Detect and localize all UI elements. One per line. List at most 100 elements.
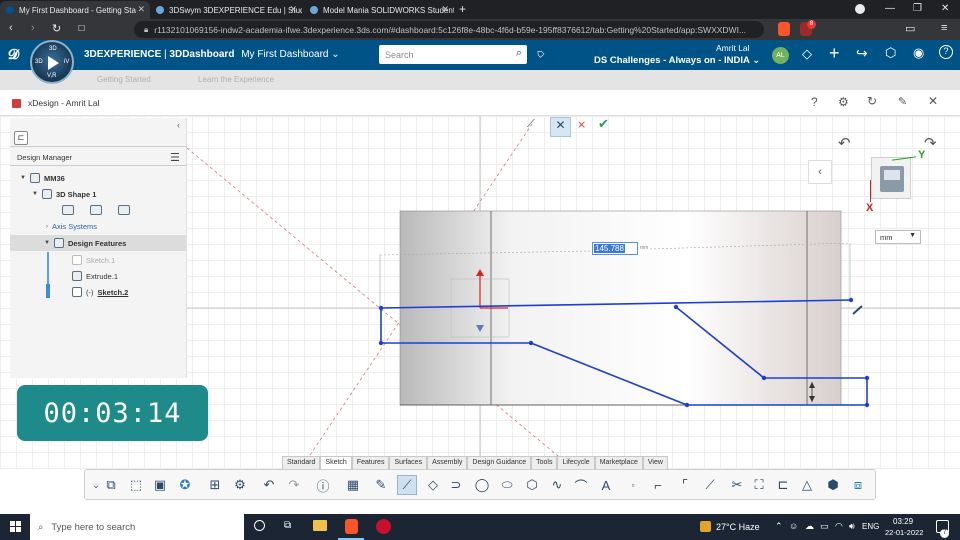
browser-tab-3dswym[interactable]: 3DSwym 3DEXPERIENCE Edu | Studen ✕: [150, 1, 302, 19]
tree-item-extrude1[interactable]: Extrude.1: [72, 271, 118, 281]
trim-icon[interactable]: ⌐: [648, 475, 668, 495]
browser-tab-model-mania[interactable]: Model Mania SOLIDWORKS Student C ✕: [304, 1, 454, 19]
line-icon[interactable]: ⟋: [397, 475, 417, 495]
clock-time[interactable]: 03:29: [893, 517, 913, 526]
new-tab-button[interactable]: +: [459, 2, 466, 16]
share-icon[interactable]: ◇: [802, 46, 812, 62]
wifi-icon[interactable]: ◠: [835, 521, 843, 532]
brave-shield-icon[interactable]: [778, 22, 790, 36]
chevron-right-icon[interactable]: ›: [46, 224, 48, 230]
front-plane-icon[interactable]: [62, 205, 74, 215]
task-view-icon[interactable]: ⧉: [284, 520, 291, 531]
close-window-icon[interactable]: ✕: [941, 3, 949, 14]
tab-lifecycle[interactable]: Lifecycle: [557, 456, 595, 469]
grid-icon[interactable]: ▦: [343, 475, 363, 495]
rotate-left-icon[interactable]: ↶: [838, 134, 851, 152]
properties-icon[interactable]: ⊞: [205, 475, 225, 495]
insert-icon[interactable]: ⬚: [126, 475, 146, 495]
tree-item-sketch1[interactable]: Sketch.1: [72, 255, 115, 265]
tab-tools[interactable]: Tools: [531, 456, 558, 469]
tree-item-sketch2[interactable]: (-) Sketch.2: [72, 287, 128, 297]
triangle-down-icon[interactable]: ▼: [44, 240, 50, 246]
rotate-right-icon[interactable]: ↷: [924, 134, 937, 152]
volume-icon[interactable]: 🔊︎: [849, 521, 855, 532]
triangle-down-icon[interactable]: ▼: [32, 191, 38, 197]
file-explorer-icon[interactable]: [313, 520, 327, 531]
search-input[interactable]: Search ⌕: [379, 45, 527, 64]
wallet-icon[interactable]: ▭: [905, 22, 915, 35]
apps-icon[interactable]: ⬡: [885, 45, 896, 61]
redo-icon[interactable]: ↷: [284, 475, 304, 495]
minimize-icon[interactable]: —: [885, 3, 895, 14]
offset-icon[interactable]: ⊏: [773, 475, 793, 495]
close-tab-icon[interactable]: ✕: [289, 4, 297, 15]
hamburger-icon[interactable]: ☰: [170, 151, 180, 164]
add-icon[interactable]: +: [829, 43, 840, 64]
arc-icon[interactable]: ⊃: [446, 475, 466, 495]
sync-icon[interactable]: ✪: [175, 475, 195, 495]
fillet-icon[interactable]: ⌜: [675, 475, 695, 495]
unit-select[interactable]: mm ▼: [875, 230, 921, 244]
help-icon[interactable]: ⓘ: [313, 475, 333, 495]
tab-learn-experience[interactable]: Learn the Experience: [198, 75, 274, 84]
menu-icon[interactable]: ≡: [941, 22, 947, 34]
rectangle-icon[interactable]: ◇: [423, 475, 443, 495]
cancel-sketch-icon[interactable]: ⨯: [577, 118, 586, 131]
spline-icon[interactable]: ∿: [547, 475, 567, 495]
tab-marketplace[interactable]: Marketplace: [594, 456, 643, 469]
tree-item-mm36[interactable]: ▼ MM36: [20, 173, 65, 183]
forward-share-icon[interactable]: ↪: [856, 45, 868, 62]
tree-item-3d-shape[interactable]: ▼ 3D Shape 1: [32, 189, 96, 199]
network-icon[interactable]: ▭: [820, 521, 829, 532]
point-icon[interactable]: ▫: [623, 475, 643, 495]
pin-icon[interactable]: ✎: [898, 95, 907, 108]
onedrive-icon[interactable]: ☁: [805, 521, 814, 532]
url-field[interactable]: 🔒︎ r1132101069156-indw2-academia-ifwe.3d…: [134, 21, 764, 38]
dashboard-name[interactable]: My First Dashboard: [241, 49, 328, 60]
recorder-icon[interactable]: [376, 519, 391, 534]
tab-getting-started[interactable]: Getting Started: [97, 75, 151, 84]
help-button[interactable]: ?: [811, 95, 818, 109]
bookmark-icon[interactable]: ☐: [78, 24, 85, 33]
browser-tab-dashboard[interactable]: My First Dashboard - Getting Sta ✕: [0, 1, 150, 19]
chamfer-icon[interactable]: ⟋: [700, 475, 720, 495]
view-cube[interactable]: [871, 157, 911, 199]
triangle-down-icon[interactable]: ▼: [20, 175, 26, 181]
refresh-icon[interactable]: ↻: [867, 94, 877, 108]
taskbar-search-input[interactable]: ⌕ Type here to search: [30, 514, 244, 540]
line-tool-icon[interactable]: ⟋: [527, 118, 535, 131]
top-plane-icon[interactable]: [90, 205, 102, 215]
back-icon[interactable]: ‹: [9, 22, 13, 34]
3d-box-icon[interactable]: ⬢: [823, 475, 843, 495]
text-icon[interactable]: A: [596, 475, 616, 495]
tab-design-guidance[interactable]: Design Guidance: [467, 456, 532, 469]
language-indicator[interactable]: ENG: [862, 522, 879, 531]
people-icon[interactable]: ☺: [789, 521, 798, 531]
constraint-icon[interactable]: ⛶: [749, 475, 769, 495]
gear-icon[interactable]: ⚙: [230, 475, 250, 495]
collapse-panel-icon[interactable]: ‹: [808, 160, 832, 184]
close-tab-icon[interactable]: ✕: [137, 4, 145, 15]
collapse-arrow-icon[interactable]: ‹: [177, 120, 180, 130]
tree-item-design-features[interactable]: ▼ Design Features: [44, 238, 126, 248]
compass-icon[interactable]: 3D 3D iV V,R: [30, 40, 74, 84]
help-icon[interactable]: ?: [939, 45, 953, 59]
sketch-tool-icon[interactable]: ✕: [550, 117, 571, 137]
tree-tab-icon[interactable]: ⊏: [14, 131, 28, 145]
save-icon[interactable]: ▣: [150, 475, 170, 495]
broadcast-icon[interactable]: ◉: [913, 45, 924, 61]
new-part-icon[interactable]: ⧉: [101, 475, 121, 495]
brave-browser-icon[interactable]: [345, 519, 358, 534]
part-face[interactable]: [399, 210, 842, 406]
close-app-icon[interactable]: ✕: [928, 94, 938, 108]
tab-features[interactable]: Features: [351, 456, 390, 469]
tab-view[interactable]: View: [642, 456, 668, 469]
weather-text[interactable]: 27°C Haze: [716, 522, 760, 532]
tag-icon[interactable]: ⌂: [532, 45, 547, 60]
confirm-sketch-icon[interactable]: ✔: [598, 116, 609, 132]
tree-item-axis-systems[interactable]: › Axis Systems: [46, 222, 97, 231]
forward-icon[interactable]: ›: [31, 22, 35, 34]
tab-sketch[interactable]: Sketch: [320, 456, 352, 469]
exit-sketch-icon[interactable]: ⧈: [848, 475, 868, 495]
restore-icon[interactable]: ❐: [913, 3, 922, 14]
